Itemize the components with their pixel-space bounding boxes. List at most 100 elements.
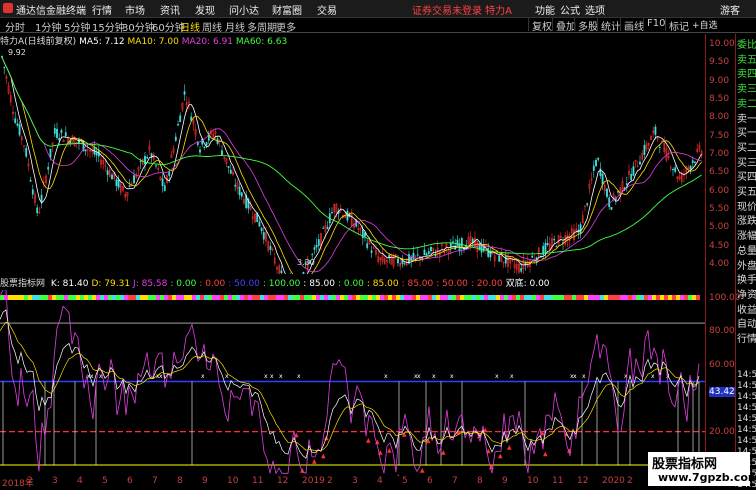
signal-band [184, 295, 188, 300]
candle-body [155, 165, 157, 167]
quote-label: 买五 [737, 187, 756, 198]
price-tick: 9.00 [709, 75, 730, 86]
period-tab[interactable]: 月线 [225, 19, 245, 34]
candlestick-chart[interactable] [0, 34, 705, 274]
candle-body [317, 239, 320, 246]
candle-body [163, 185, 166, 191]
more-button[interactable]: 更多 [276, 19, 296, 34]
login-warning[interactable]: 证券交易未登录 特力A [412, 2, 512, 17]
candle-body [36, 207, 39, 214]
period-tab[interactable]: 分时 [5, 19, 25, 34]
candle-body [229, 169, 232, 174]
toolbar-right-item[interactable]: 标记 [665, 18, 689, 33]
signal-band [120, 295, 124, 300]
menu-item-wealth[interactable]: 财富圈 [272, 2, 302, 17]
candle-body [674, 167, 677, 172]
period-tab[interactable]: 周线 [202, 19, 222, 34]
signal-band [432, 295, 436, 300]
period-tab[interactable]: 15分钟 [92, 19, 125, 34]
signal-band [8, 295, 12, 300]
signal-band [320, 295, 324, 300]
signal-band [408, 295, 412, 300]
candle-body [106, 170, 109, 175]
candle-body [388, 254, 391, 258]
signal-band [356, 295, 360, 300]
signal-band [364, 295, 368, 300]
toolbar-right-item[interactable]: 叠加 [552, 18, 576, 33]
menu-item-formula[interactable]: 公式 [560, 2, 580, 17]
toolbar-right-item[interactable]: 画线 [620, 18, 644, 33]
candle-body [179, 115, 182, 123]
date-tick: 2020 [602, 476, 625, 486]
quote-label: 净资 [737, 289, 756, 301]
menu-item-market[interactable]: 市场 [125, 2, 145, 17]
menu-item-function[interactable]: 功能 [535, 2, 555, 17]
signal-band [288, 295, 292, 300]
period-tab[interactable]: 1分钟 [35, 19, 61, 34]
date-tick: 7 [152, 476, 158, 486]
tick-time: 14:5 [737, 436, 756, 446]
period-tab[interactable]: 30分钟 [122, 19, 155, 34]
signal-band [24, 295, 28, 300]
candle-body [280, 270, 283, 274]
candle-body [117, 179, 120, 188]
signal-band [144, 295, 148, 300]
buy-marker: ▲ [507, 444, 512, 451]
indicator-tick: 20.00 [709, 426, 735, 437]
candle-body [331, 212, 333, 214]
user-label[interactable]: 游客 [720, 2, 740, 17]
tick-time: 14:5 [737, 392, 756, 402]
indicator-value: : 85.00 [366, 279, 399, 289]
signal-band [536, 295, 540, 300]
candle-body [60, 129, 63, 133]
indicator-value: : 85.00 [303, 279, 335, 289]
toolbar-right-item[interactable]: 复权 [528, 18, 552, 33]
candle-body [403, 263, 406, 265]
menu-item-ask[interactable]: 问小达 [229, 2, 259, 17]
signal-band [372, 295, 376, 300]
signal-band [460, 295, 464, 300]
signal-band [572, 295, 576, 300]
signal-band [176, 295, 180, 300]
signal-band [684, 295, 688, 300]
menu-item-options[interactable]: 选项 [585, 2, 605, 17]
menu-item-discover[interactable]: 发现 [195, 2, 215, 17]
candle-body [161, 178, 164, 186]
add-watchlist-button[interactable]: +自选 [692, 18, 718, 31]
watermark-logo: 股票指标网 www.7gpzb.com [648, 452, 756, 486]
toolbar-right-item[interactable]: F10 [643, 18, 665, 31]
signal-band [116, 295, 120, 300]
menu-item-trade[interactable]: 交易 [317, 2, 337, 17]
period-tab[interactable]: 多周期 [247, 19, 277, 34]
menu-item-news[interactable]: 资讯 [160, 2, 180, 17]
signal-band [12, 295, 16, 300]
signal-band [388, 295, 392, 300]
kdj-indicator-chart[interactable]: xxxxxxxxx▲x▲▲x▲▲▲▲▲▲▲▲x▲▲▲xx▲▲x▲x▲▲▲▲▲▲▲… [0, 290, 705, 476]
tick-time: 14:5 [737, 414, 756, 424]
toolbar-right-item[interactable]: 统计 [597, 18, 621, 33]
signal-band [576, 295, 580, 300]
date-tick: 10 [227, 476, 239, 486]
candle-body [29, 180, 32, 182]
signal-band [624, 295, 628, 300]
price-tick: 4.50 [709, 240, 730, 251]
signal-band [224, 295, 228, 300]
period-tab-active[interactable]: 日线 [180, 19, 200, 34]
signal-band [128, 295, 132, 300]
signal-band [336, 295, 340, 300]
candle-body [326, 226, 329, 229]
app-logo-icon [3, 3, 13, 13]
indicator-value: : 0.00 [337, 279, 364, 289]
indicator-title[interactable]: 股票指标网 [0, 279, 45, 289]
menu-item-quotes[interactable]: 行情 [92, 2, 112, 17]
signal-band [548, 295, 552, 300]
signal-band [568, 295, 572, 300]
candle-body [639, 161, 641, 165]
toolbar-right-item[interactable]: 多股 [574, 18, 598, 33]
watermark-url: www.7gpzb.com [658, 471, 756, 484]
candle-body [238, 186, 241, 196]
signal-band [512, 295, 516, 300]
period-tab[interactable]: 5分钟 [64, 19, 90, 34]
signal-band [260, 295, 264, 300]
signal-band [456, 295, 460, 300]
